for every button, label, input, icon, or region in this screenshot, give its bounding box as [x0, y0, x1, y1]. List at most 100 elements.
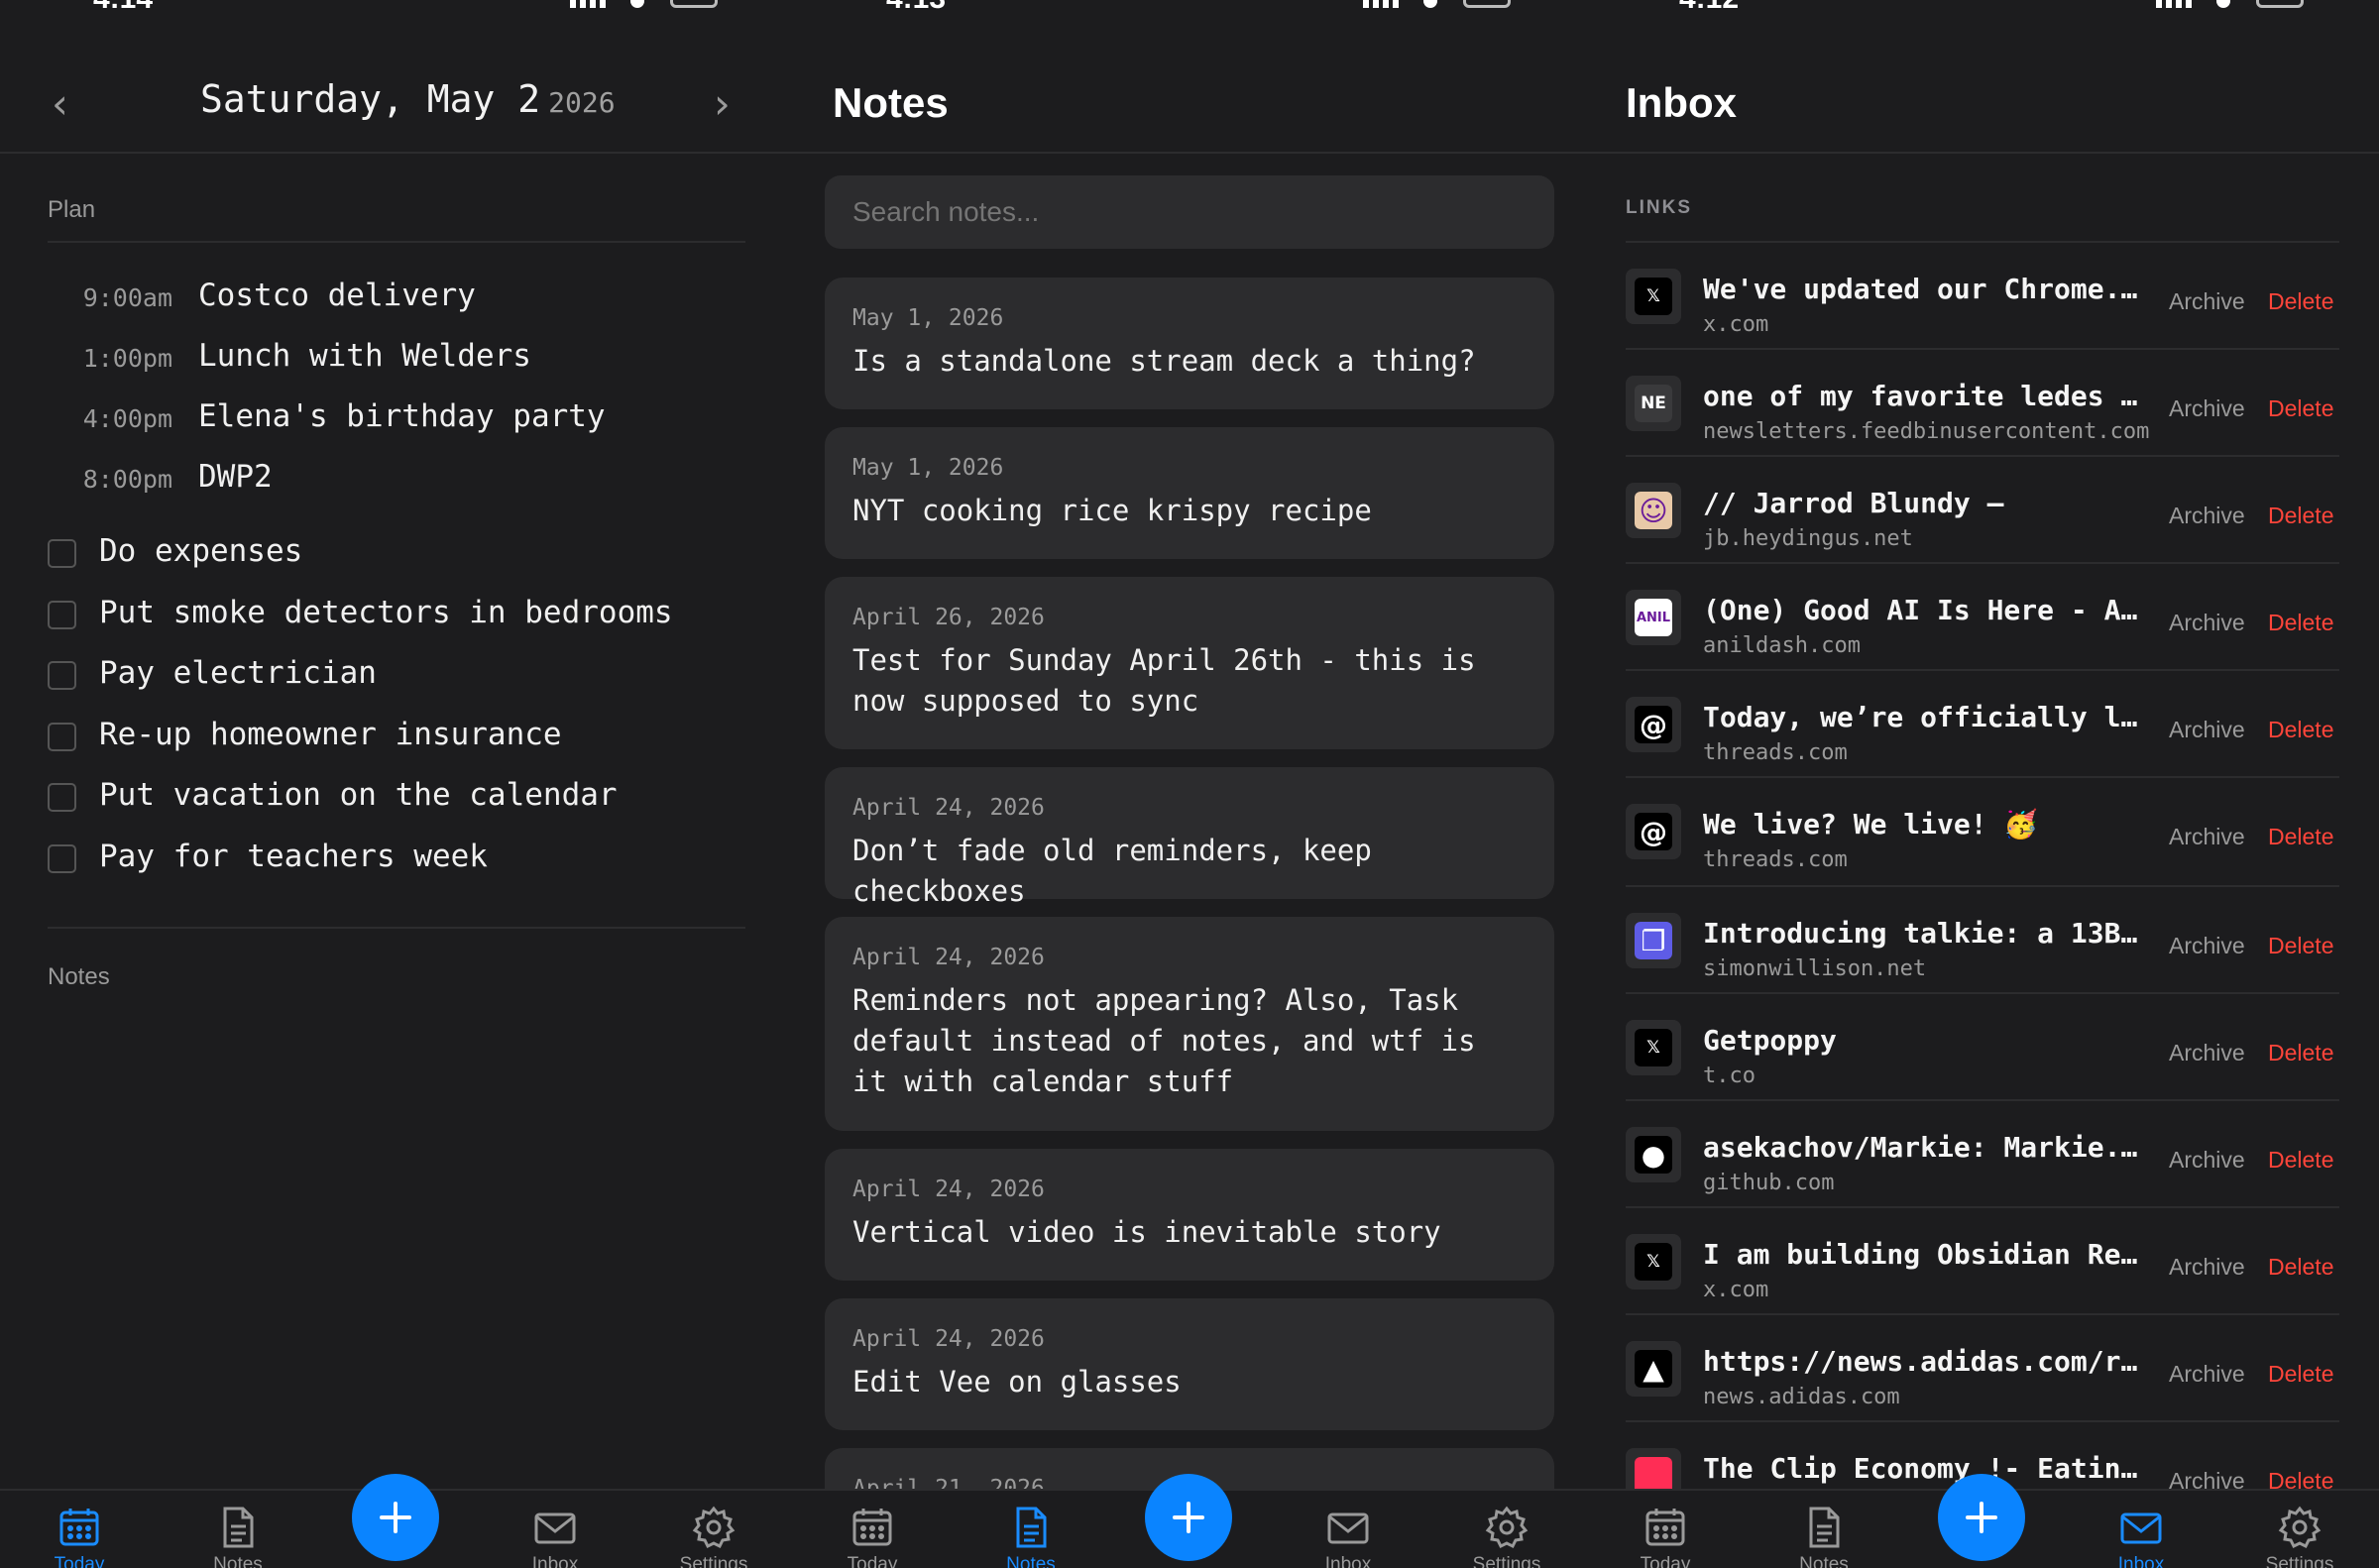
threads-icon: @	[1626, 804, 1681, 859]
tab-notes[interactable]: Notes	[991, 1505, 1071, 1568]
link-title: We live? We live! 🥳	[1703, 808, 2039, 840]
favicon-glyph: 𝕏	[1635, 1243, 1672, 1281]
archive-button[interactable]: Archive	[2169, 824, 2245, 850]
link-domain: newsletters.feedbinusercontent.com	[1703, 419, 2150, 444]
task-checkbox[interactable]	[48, 539, 76, 568]
link-row[interactable]: ▲ https://news.adidas.com/r... news.adidas…	[1626, 1313, 2339, 1420]
delete-button[interactable]: Delete	[2268, 717, 2333, 743]
note-card[interactable]: May 1, 2026 Is a standalone stream deck …	[825, 278, 1554, 409]
delete-button[interactable]: Delete	[2268, 610, 2333, 636]
archive-button[interactable]: Archive	[2169, 717, 2245, 743]
tab-settings[interactable]: Settings	[2260, 1505, 2339, 1568]
link-row[interactable]: NE one of my favorite ledes ever newslette…	[1626, 348, 2339, 455]
delete-button[interactable]: Delete	[2268, 1147, 2333, 1174]
previous-day-chevron-icon[interactable]: ‹	[52, 83, 68, 125]
tab-today[interactable]: Today	[1626, 1505, 1705, 1568]
task-checkbox[interactable]	[48, 783, 76, 812]
note-text: Test for Sunday April 26th - this is now…	[852, 643, 1476, 718]
link-title: The Clip Economy !- Eating...	[1703, 1452, 2151, 1485]
link-domain: anildash.com	[1703, 633, 1861, 658]
tab-settings[interactable]: Settings	[1467, 1505, 1546, 1568]
anil-logo-icon: ANIL	[1626, 590, 1681, 645]
add-button[interactable]	[1938, 1474, 2025, 1561]
note-card[interactable]: April 26, 2026 Test for Sunday April 26t…	[825, 577, 1554, 749]
link-row[interactable]: ANIL (One) Good AI Is Here - Anil... anild…	[1626, 562, 2339, 669]
archive-button[interactable]: Archive	[2169, 503, 2245, 529]
next-day-chevron-icon[interactable]: ›	[714, 83, 731, 125]
threads-icon: @	[1626, 697, 1681, 752]
envelope-icon	[2120, 1512, 2162, 1544]
link-row[interactable]: 𝕏 Getpoppy t.co Archive Delete	[1626, 992, 2339, 1099]
favicon-glyph: ❐	[1635, 922, 1672, 959]
link-row[interactable]: 𝕏 We've updated our Chrome... x.com Archive…	[1626, 241, 2339, 348]
task-checkbox[interactable]	[48, 723, 76, 751]
tab-today[interactable]: Today	[40, 1505, 119, 1568]
tab-inbox[interactable]: Inbox	[2101, 1505, 2181, 1568]
note-date: May 1, 2026	[852, 305, 1004, 331]
note-card[interactable]: April 24, 2026 Reminders not appearing? …	[825, 917, 1554, 1131]
archive-button[interactable]: Archive	[2169, 1254, 2245, 1281]
link-row[interactable]: ❐ Introducing talkie: a 13B vin... simonwi…	[1626, 885, 2339, 992]
tab-label: Notes	[213, 1554, 263, 1568]
archive-button[interactable]: Archive	[2169, 610, 2245, 636]
tab-today[interactable]: Today	[833, 1505, 912, 1568]
archive-button[interactable]: Archive	[2169, 933, 2245, 959]
delete-button[interactable]: Delete	[2268, 824, 2333, 850]
link-row[interactable]: ☺ // Jarrod Blundy — jb.heydingus.net Archi…	[1626, 455, 2339, 562]
delete-button[interactable]: Delete	[2268, 1361, 2333, 1388]
delete-button[interactable]: Delete	[2268, 503, 2333, 529]
archive-button[interactable]: Archive	[2169, 288, 2245, 315]
task-name: Put smoke detectors in bedrooms	[99, 595, 673, 630]
favicon-glyph: ▲	[1635, 1350, 1672, 1388]
task-checkbox[interactable]	[48, 601, 76, 629]
adidas-icon: ▲	[1626, 1341, 1681, 1397]
archive-button[interactable]: Archive	[2169, 1147, 2245, 1174]
link-row[interactable]: @ We live? We live! 🥳 threads.com Archive De…	[1626, 776, 2339, 883]
link-row[interactable]: ● asekachov/Markie: Markie... github.com Ar…	[1626, 1099, 2339, 1206]
tab-notes[interactable]: Notes	[198, 1505, 278, 1568]
link-domain: github.com	[1703, 1171, 1835, 1195]
tab-label: Today	[847, 1554, 898, 1568]
today-header: ‹ Saturday, May 2 2026 ›	[0, 0, 793, 154]
archive-button[interactable]: Archive	[2169, 395, 2245, 422]
tab-settings[interactable]: Settings	[674, 1505, 753, 1568]
add-button[interactable]	[1145, 1474, 1232, 1561]
tab-label: Inbox	[2117, 1554, 2165, 1568]
tab-inbox[interactable]: Inbox	[515, 1505, 595, 1568]
delete-button[interactable]: Delete	[2268, 288, 2333, 315]
link-row[interactable]: @ Today, we’re officially laun... threads.…	[1626, 669, 2339, 776]
note-card[interactable]: May 1, 2026 NYT cooking rice krispy reci…	[825, 427, 1554, 559]
favicon-glyph: 𝕏	[1635, 1029, 1672, 1066]
note-date: April 24, 2026	[852, 1176, 1045, 1202]
note-text: Is a standalone stream deck a thing?	[852, 344, 1476, 378]
x-logo-icon: 𝕏	[1626, 1020, 1681, 1075]
note-text: NYT cooking rice krispy recipe	[852, 494, 1372, 527]
delete-button[interactable]: Delete	[2268, 933, 2333, 959]
delete-button[interactable]: Delete	[2268, 1040, 2333, 1066]
tab-label: Today	[54, 1554, 105, 1568]
task-checkbox[interactable]	[48, 844, 76, 873]
note-card[interactable]: April 24, 2026 Don’t fade old reminders,…	[825, 767, 1554, 908]
link-domain: jb.heydingus.net	[1703, 526, 1913, 551]
add-button[interactable]	[352, 1474, 439, 1561]
archive-button[interactable]: Archive	[2169, 1361, 2245, 1388]
link-title: Introducing talkie: a 13B vin...	[1703, 917, 2151, 950]
tab-inbox[interactable]: Inbox	[1308, 1505, 1388, 1568]
event-time: 8:00pm	[82, 465, 172, 494]
link-title: https://news.adidas.com/r...	[1703, 1345, 2151, 1378]
note-card[interactable]: April 24, 2026 Edit Vee on glasses	[825, 1298, 1554, 1430]
favicon-glyph: ☺	[1635, 492, 1672, 529]
event-name: Costco delivery	[198, 278, 476, 313]
note-card[interactable]: April 24, 2026 Vertical video is inevita…	[825, 1149, 1554, 1281]
event-time: 4:00pm	[82, 404, 172, 433]
delete-button[interactable]: Delete	[2268, 395, 2333, 422]
event-name: Lunch with Welders	[198, 338, 531, 374]
task-checkbox[interactable]	[48, 661, 76, 690]
link-row[interactable]: 𝕏 I am building Obsidian Reade... x.com Arc…	[1626, 1206, 2339, 1313]
delete-button[interactable]: Delete	[2268, 1254, 2333, 1281]
tab-notes[interactable]: Notes	[1784, 1505, 1864, 1568]
event-time: 9:00am	[82, 283, 172, 312]
search-notes-input[interactable]	[825, 175, 1554, 249]
calendar-icon	[852, 1509, 892, 1546]
archive-button[interactable]: Archive	[2169, 1040, 2245, 1066]
